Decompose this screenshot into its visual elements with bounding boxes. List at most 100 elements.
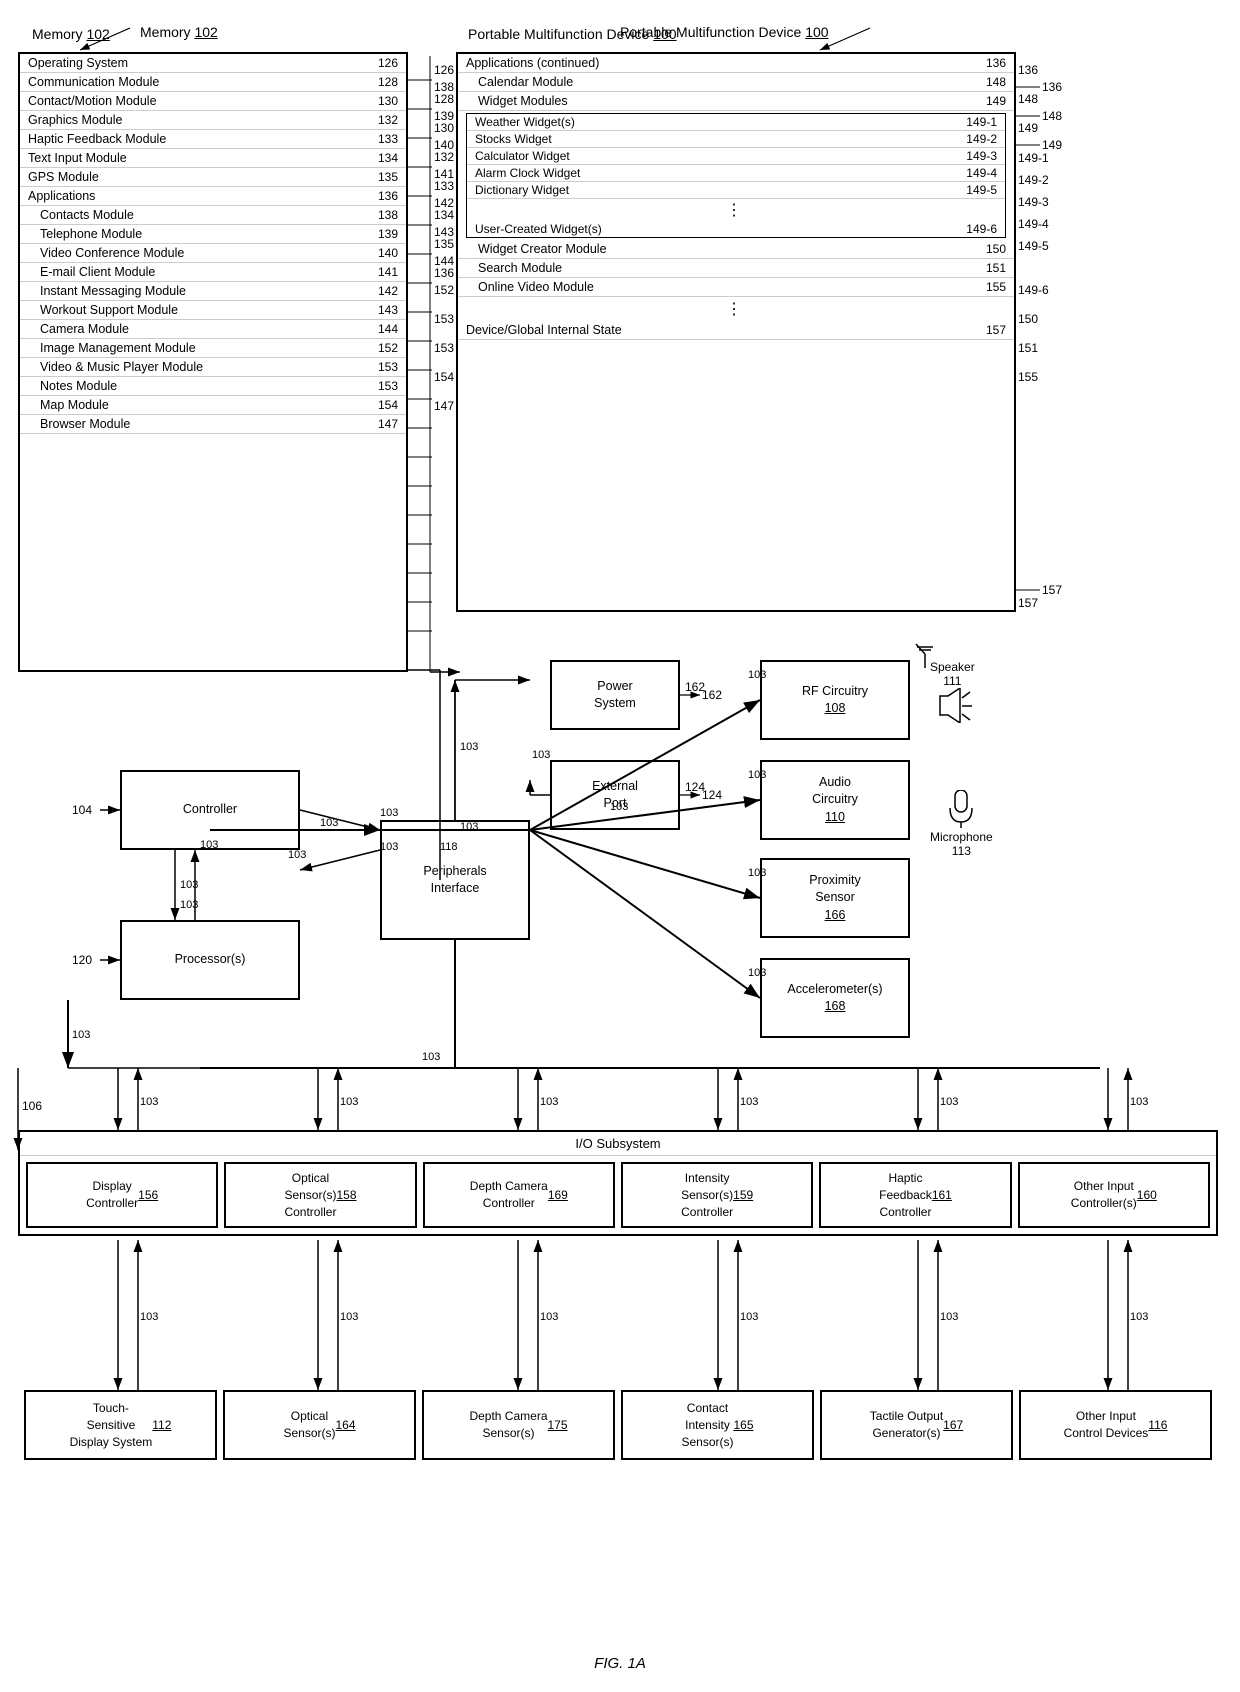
io-intensity-controller: IntensitySensor(s)Controller159 [621,1162,813,1228]
svg-text:153: 153 [434,312,454,326]
svg-text:104: 104 [72,803,92,817]
io-title: I/O Subsystem [20,1132,1216,1156]
svg-text:103: 103 [940,1096,958,1108]
memory-box: Memory 102 Operating System 126 Communic… [18,52,408,672]
pmd-dots: ⋮ [458,297,1014,321]
io-other-controller: Other InputController(s)160 [1018,1162,1210,1228]
io-display-controller: DisplayController156 [26,1162,218,1228]
memory-row-camera: Camera Module 144 [20,320,406,339]
speaker-icon [932,688,972,723]
sensor-contact-intensity: ContactIntensitySensor(s)165 [621,1390,814,1460]
memory-title: Memory 102 [32,26,110,42]
svg-text:147: 147 [434,399,454,413]
svg-text:103: 103 [140,1096,158,1108]
svg-text:103: 103 [288,849,306,861]
io-subsystem-box: I/O Subsystem DisplayController156 Optic… [18,1130,1218,1236]
svg-text:103: 103 [1130,1311,1148,1323]
widget-sub-box: Weather Widget(s) 149-1 Stocks Widget 14… [466,113,1006,238]
memory-row-video-music: Video & Music Player Module 153 [20,358,406,377]
sensor-tactile-output: Tactile OutputGenerator(s)167 [820,1390,1013,1460]
memory-row-contacts: Contacts Module 138 [20,206,406,225]
audio-circuitry-box: AudioCircuitry110 [760,760,910,840]
pmd-rows: Applications (continued) 136 Calendar Mo… [458,54,1014,610]
diagram: Memory 102 Operating System 126 Communic… [0,0,1240,1692]
pmd-ref-numbers: 136 148 149 149-1 149-2 149-3 149-4 149-… [1018,56,1049,392]
svg-text:103: 103 [340,1096,358,1108]
svg-text:103: 103 [1130,1096,1148,1108]
sensor-depth-camera: Depth CameraSensor(s)175 [422,1390,615,1460]
figure-caption: FIG. 1A [594,1655,646,1672]
svg-text:103: 103 [740,1096,758,1108]
sensors-row: Touch-SensitiveDisplay System112 Optical… [18,1390,1218,1460]
svg-text:157: 157 [1042,583,1062,597]
memory-row-workout: Workout Support Module 143 [20,301,406,320]
memory-row-text-input: Text Input Module 134 [20,149,406,168]
device-state-ref: 157 [1018,596,1038,610]
svg-text:103: 103 [540,1096,558,1108]
svg-text:103: 103 [180,899,198,911]
svg-text:103: 103 [320,817,338,829]
memory-row-haptic: Haptic Feedback Module 133 [20,130,406,149]
memory-row-comm: Communication Module 128 [20,73,406,92]
svg-text:120: 120 [72,953,92,967]
external-port-box: ExternalPort [550,760,680,830]
pmd-row-apps-cont: Applications (continued) 136 [458,54,1014,73]
processor-box: Processor(s) [120,920,300,1000]
peripherals-box: PeripheralsInterface [380,820,530,940]
svg-text:103: 103 [940,1311,958,1323]
widget-row-stocks: Stocks Widget 149-2 [467,131,1005,148]
memory-ref: 102 [86,26,109,42]
pmd-label-text: Portable Multifunction Device 100 [620,24,829,40]
controller-box: Controller [120,770,300,850]
external-port-ref: 124 [685,780,705,794]
memory-row-apps: Applications 136 [20,187,406,206]
proximity-sensor-box: ProximitySensor166 [760,858,910,938]
memory-row-contact: Contact/Motion Module 130 [20,92,406,111]
widget-row-dictionary: Dictionary Widget 149-5 [467,182,1005,199]
memory-row-graphics: Graphics Module 132 [20,111,406,130]
memory-row-gps: GPS Module 135 [20,168,406,187]
svg-text:103: 103 [140,1311,158,1323]
memory-row-browser: Browser Module 147 [20,415,406,434]
widget-row-alarm: Alarm Clock Widget 149-4 [467,165,1005,182]
io-haptic-controller: HapticFeedbackController161 [819,1162,1011,1228]
svg-text:103: 103 [422,1051,440,1063]
power-system-box: PowerSystem [550,660,680,730]
svg-text:103: 103 [180,879,198,891]
memory-row-email: E-mail Client Module 141 [20,263,406,282]
memory-row-telephone: Telephone Module 139 [20,225,406,244]
memory-row-im: Instant Messaging Module 142 [20,282,406,301]
svg-text:162: 162 [702,688,722,702]
io-depth-controller: Depth CameraController169 [423,1162,615,1228]
svg-text:103: 103 [380,807,398,819]
pmd-row-search: Search Module 151 [458,259,1014,278]
pmd-row-calendar: Calendar Module 148 [458,73,1014,92]
widget-row-calculator: Calculator Widget 149-3 [467,148,1005,165]
widget-row-weather: Weather Widget(s) 149-1 [467,114,1005,131]
microphone-label: Microphone 113 [930,790,993,858]
widget-dots: ⋮ [467,199,1005,221]
memory-label-text: Memory 102 [140,24,218,40]
microphone-icon [946,790,976,830]
svg-text:154: 154 [434,370,454,384]
memory-row-image-mgmt: Image Management Module 152 [20,339,406,358]
power-ref: 162 [685,680,705,694]
memory-row-video-conf: Video Conference Module 140 [20,244,406,263]
svg-text:153: 153 [434,341,454,355]
svg-text:106: 106 [22,1099,42,1113]
accelerometer-box: Accelerometer(s)168 [760,958,910,1038]
pmd-box: Portable Multifunction Device 100 Applic… [456,52,1016,612]
memory-rows: Operating System 126 Communication Modul… [20,54,406,670]
io-controllers-grid: DisplayController156 OpticalSensor(s)Con… [20,1156,1216,1234]
pmd-row-widget-creator: Widget Creator Module 150 [458,240,1014,259]
memory-row-notes: Notes Module 153 [20,377,406,396]
pmd-row-online-video: Online Video Module 155 [458,278,1014,297]
antenna-icon [910,640,940,673]
pmd-row-device-state: Device/Global Internal State 157 [458,321,1014,340]
sensor-other-input: Other InputControl Devices116 [1019,1390,1212,1460]
svg-text:103: 103 [460,741,478,753]
svg-text:103: 103 [72,1029,90,1041]
sensor-optical: OpticalSensor(s)164 [223,1390,416,1460]
io-optical-controller: OpticalSensor(s)Controller158 [224,1162,416,1228]
svg-text:103: 103 [540,1311,558,1323]
